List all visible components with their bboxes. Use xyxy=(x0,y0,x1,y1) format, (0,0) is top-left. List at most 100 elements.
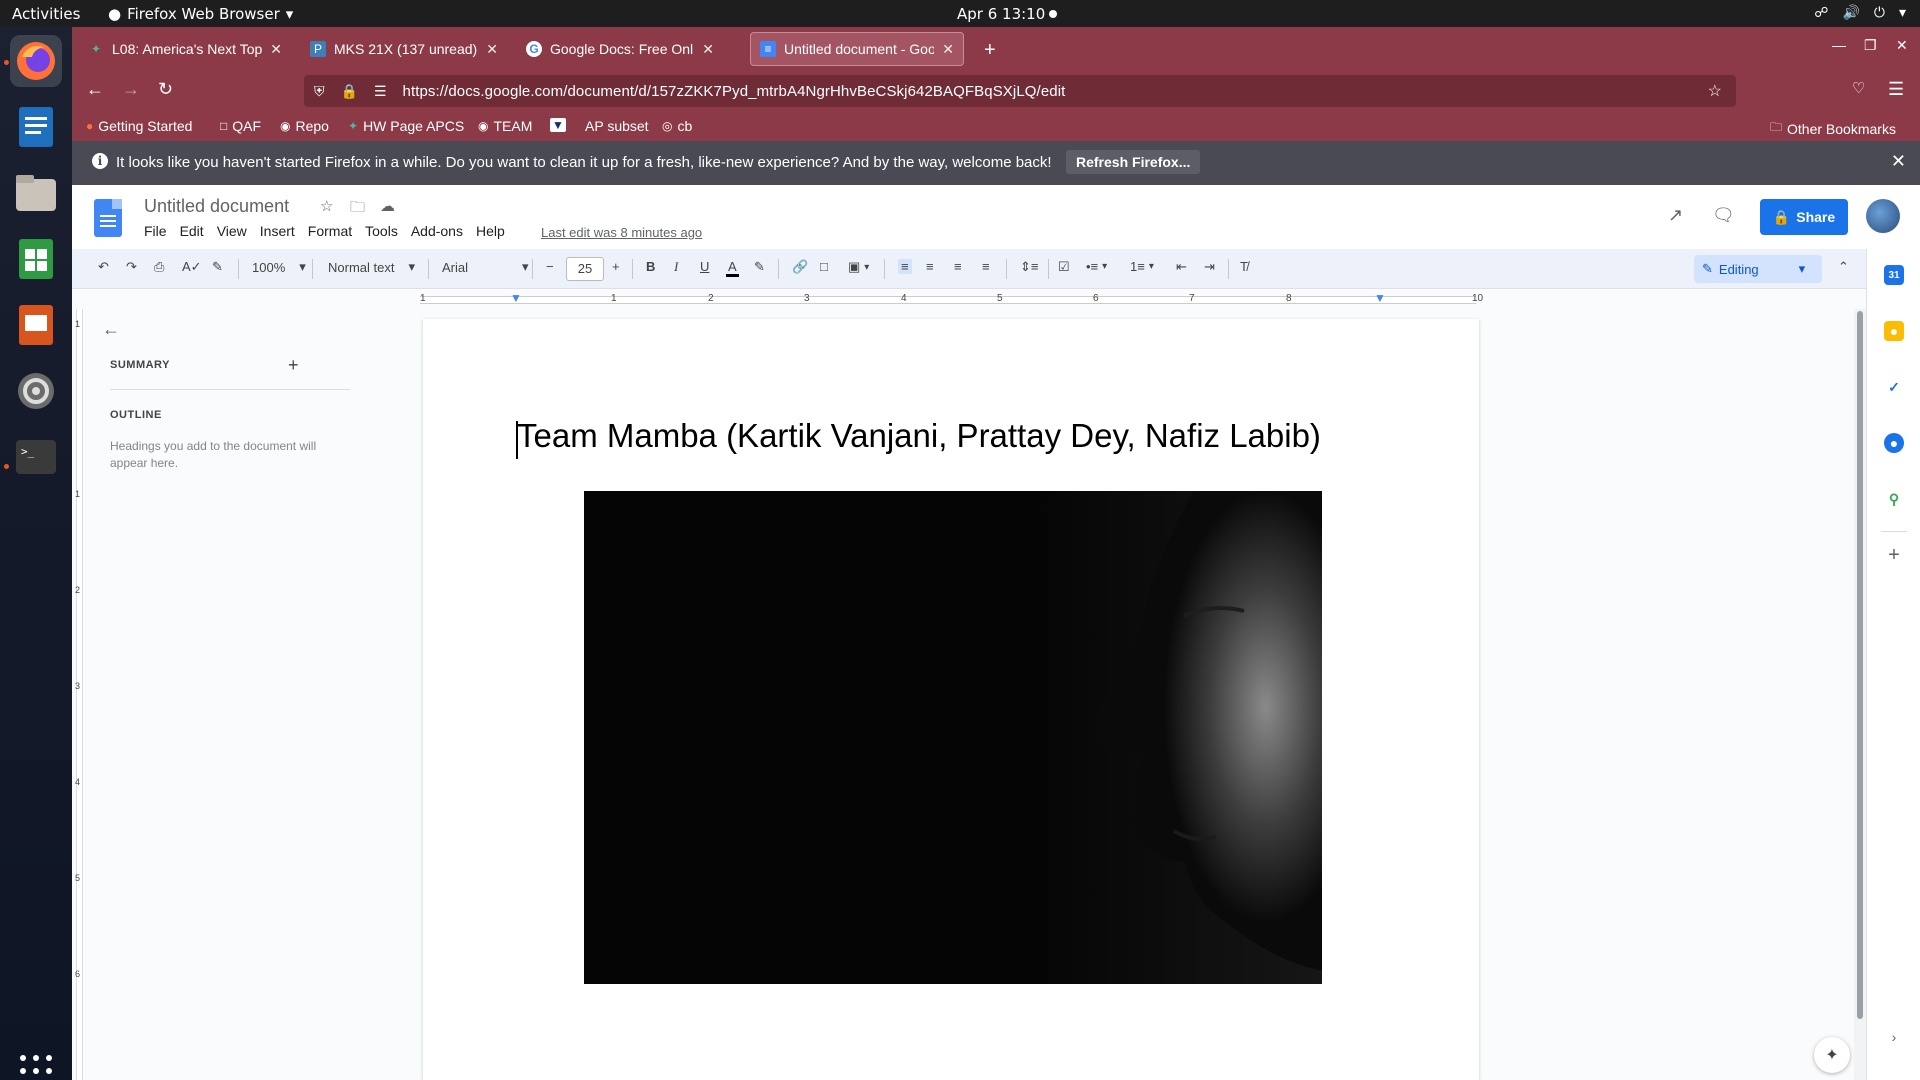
move-folder-icon[interactable]: 🗀 xyxy=(350,197,365,222)
calendar-icon[interactable]: 31 xyxy=(1884,265,1904,285)
activities-button[interactable]: Activities xyxy=(12,5,80,23)
show-apps-icon[interactable] xyxy=(20,1055,52,1080)
bookmark-star-icon[interactable]: ☆ xyxy=(1708,81,1722,101)
impress-dock-icon[interactable] xyxy=(10,299,62,351)
undo-icon[interactable]: ↶ xyxy=(98,259,109,275)
close-icon[interactable]: ✕ xyxy=(702,41,714,58)
bookmark-item[interactable]: ◉ TEAM xyxy=(478,118,532,134)
redo-icon[interactable]: ↷ xyxy=(126,259,137,275)
explore-button[interactable]: ✦ xyxy=(1814,1037,1850,1073)
paint-format-icon[interactable]: ✎ xyxy=(212,259,223,275)
document-page[interactable]: Team Mamba (Kartik Vanjani, Prattay Dey,… xyxy=(423,319,1479,1080)
hide-menus-icon[interactable]: ⌃ xyxy=(1838,259,1849,275)
font-select[interactable]: Arial ▾ xyxy=(442,259,529,275)
add-summary-icon[interactable]: + xyxy=(288,355,299,376)
forward-icon[interactable]: → xyxy=(122,79,140,100)
style-select[interactable]: Normal text ▾ xyxy=(328,259,415,275)
terminal-dock-icon[interactable]: >_ xyxy=(10,431,62,483)
minimize-icon[interactable]: — xyxy=(1832,37,1846,53)
reload-icon[interactable]: ↻ xyxy=(158,79,173,100)
hamburger-menu-icon[interactable]: ☰ xyxy=(1888,79,1904,100)
url-bar[interactable]: ⛨ 🔒 ☰ https://docs.google.com/document/d… xyxy=(304,75,1736,107)
align-left-icon[interactable]: ≡ xyxy=(898,259,912,274)
menu-file[interactable]: File xyxy=(144,223,167,239)
last-edit-link[interactable]: Last edit was 8 minutes ago xyxy=(541,225,702,240)
bookmark-item[interactable]: AP subset xyxy=(580,118,649,134)
document-heading[interactable]: Team Mamba (Kartik Vanjani, Prattay Dey,… xyxy=(517,417,1321,455)
spellcheck-icon[interactable]: A✓ xyxy=(182,259,202,275)
shield-icon[interactable]: ⛨ xyxy=(314,83,325,100)
decrease-indent-icon[interactable]: ⇤ xyxy=(1176,259,1187,275)
align-center-icon[interactable]: ≡ xyxy=(926,259,934,274)
back-arrow-icon[interactable]: ← xyxy=(102,319,120,340)
line-spacing-icon[interactable]: ⇕≡ xyxy=(1020,259,1038,275)
left-indent-marker[interactable]: ▼ xyxy=(510,291,522,305)
close-icon[interactable]: ✕ xyxy=(486,41,498,58)
settings-dock-icon[interactable] xyxy=(10,365,62,417)
decrease-font-size-icon[interactable]: − xyxy=(546,259,554,274)
print-icon[interactable]: ⎙ xyxy=(154,259,164,275)
tab-item[interactable]: P MKS 21X (137 unread) ✕ xyxy=(300,32,508,66)
app-menu[interactable]: ● Firefox Web Browser ▾ xyxy=(108,5,293,23)
menu-edit[interactable]: Edit xyxy=(180,223,204,239)
font-size-input[interactable]: 25 xyxy=(566,257,604,281)
menu-add-ons[interactable]: Add-ons xyxy=(411,223,463,239)
docs-logo-icon[interactable] xyxy=(94,199,122,237)
justify-icon[interactable]: ≡ xyxy=(982,259,990,274)
bookmark-item[interactable]: ◎ cb xyxy=(662,118,692,134)
other-bookmarks[interactable]: 🗀 Other Bookmarks xyxy=(1770,118,1896,139)
add-icon[interactable]: + xyxy=(1884,544,1904,566)
menu-tools[interactable]: Tools xyxy=(365,223,398,239)
increase-indent-icon[interactable]: ⇥ xyxy=(1204,259,1215,275)
bookmark-item[interactable]: ◉ Repo xyxy=(280,118,329,134)
tab-item[interactable]: G Google Docs: Free Online ✕ xyxy=(516,32,724,66)
close-window-icon[interactable]: ✕ xyxy=(1896,37,1908,54)
cloud-saved-icon[interactable]: ☁ xyxy=(380,197,395,215)
zoom-select[interactable]: 100% ▾ xyxy=(252,259,306,275)
firefox-dock-icon[interactable] xyxy=(10,35,62,87)
clock[interactable]: Apr 6 13:10 xyxy=(957,5,1045,23)
text-color-icon[interactable]: A xyxy=(726,259,739,277)
clear-formatting-icon[interactable]: T̸ xyxy=(1240,259,1248,274)
permissions-icon[interactable]: ☰ xyxy=(374,83,387,100)
calc-dock-icon[interactable] xyxy=(10,233,62,285)
tasks-icon[interactable]: ✓ xyxy=(1884,377,1904,397)
insert-image-icon[interactable]: ▣ ▾ xyxy=(848,259,869,275)
checklist-icon[interactable]: ☑ xyxy=(1058,259,1070,275)
right-indent-marker[interactable]: ▼ xyxy=(1374,291,1386,305)
new-tab-icon[interactable]: + xyxy=(984,39,996,62)
numbered-list-icon[interactable]: 1≡ ▾ xyxy=(1130,259,1154,274)
back-icon[interactable]: ← xyxy=(86,79,104,100)
star-icon[interactable]: ☆ xyxy=(320,197,333,215)
menu-help[interactable]: Help xyxy=(476,223,505,239)
document-image[interactable] xyxy=(584,491,1322,984)
bookmark-item[interactable]: ▼ xyxy=(550,118,571,132)
chevron-right-icon[interactable]: › xyxy=(1884,1027,1904,1047)
activity-trend-icon[interactable]: ↗ xyxy=(1668,205,1683,226)
link-icon[interactable]: 🔗 xyxy=(792,259,808,275)
add-comment-icon[interactable]: □ xyxy=(820,259,828,274)
maps-icon[interactable]: ⚲ xyxy=(1884,489,1904,509)
tab-item-active[interactable]: ≡ Untitled document - Goo ✕ xyxy=(750,32,964,66)
bold-icon[interactable]: B xyxy=(646,259,655,274)
bookmark-item[interactable]: ● Getting Started xyxy=(86,118,192,134)
italic-icon[interactable]: I xyxy=(674,259,678,275)
avatar[interactable] xyxy=(1866,199,1900,233)
restore-icon[interactable]: ❐ xyxy=(1864,37,1877,54)
scrollbar-thumb[interactable] xyxy=(1857,311,1863,1019)
bookmark-item[interactable]: ✦ HW Page APCS xyxy=(348,118,464,134)
pocket-icon[interactable]: ♡ xyxy=(1852,79,1865,97)
comments-icon[interactable]: 🗨 xyxy=(1712,205,1735,226)
underline-icon[interactable]: U xyxy=(700,259,709,274)
refresh-firefox-button[interactable]: Refresh Firefox... xyxy=(1066,150,1201,174)
system-tray[interactable]: ☍ 🔊 ⏻ ▾ xyxy=(1814,4,1906,21)
menu-insert[interactable]: Insert xyxy=(260,223,295,239)
editing-mode-select[interactable]: ✎ Editing ▾ xyxy=(1694,255,1822,283)
increase-font-size-icon[interactable]: + xyxy=(612,259,620,274)
vertical-scrollbar[interactable] xyxy=(1854,309,1866,1080)
close-icon[interactable]: ✕ xyxy=(270,41,282,58)
share-button[interactable]: 🔒 Share xyxy=(1760,199,1848,235)
contacts-icon[interactable]: ● xyxy=(1884,433,1904,453)
align-right-icon[interactable]: ≡ xyxy=(954,259,962,274)
tab-item[interactable]: ✦ L08: America's Next Top I ✕ xyxy=(78,32,292,66)
